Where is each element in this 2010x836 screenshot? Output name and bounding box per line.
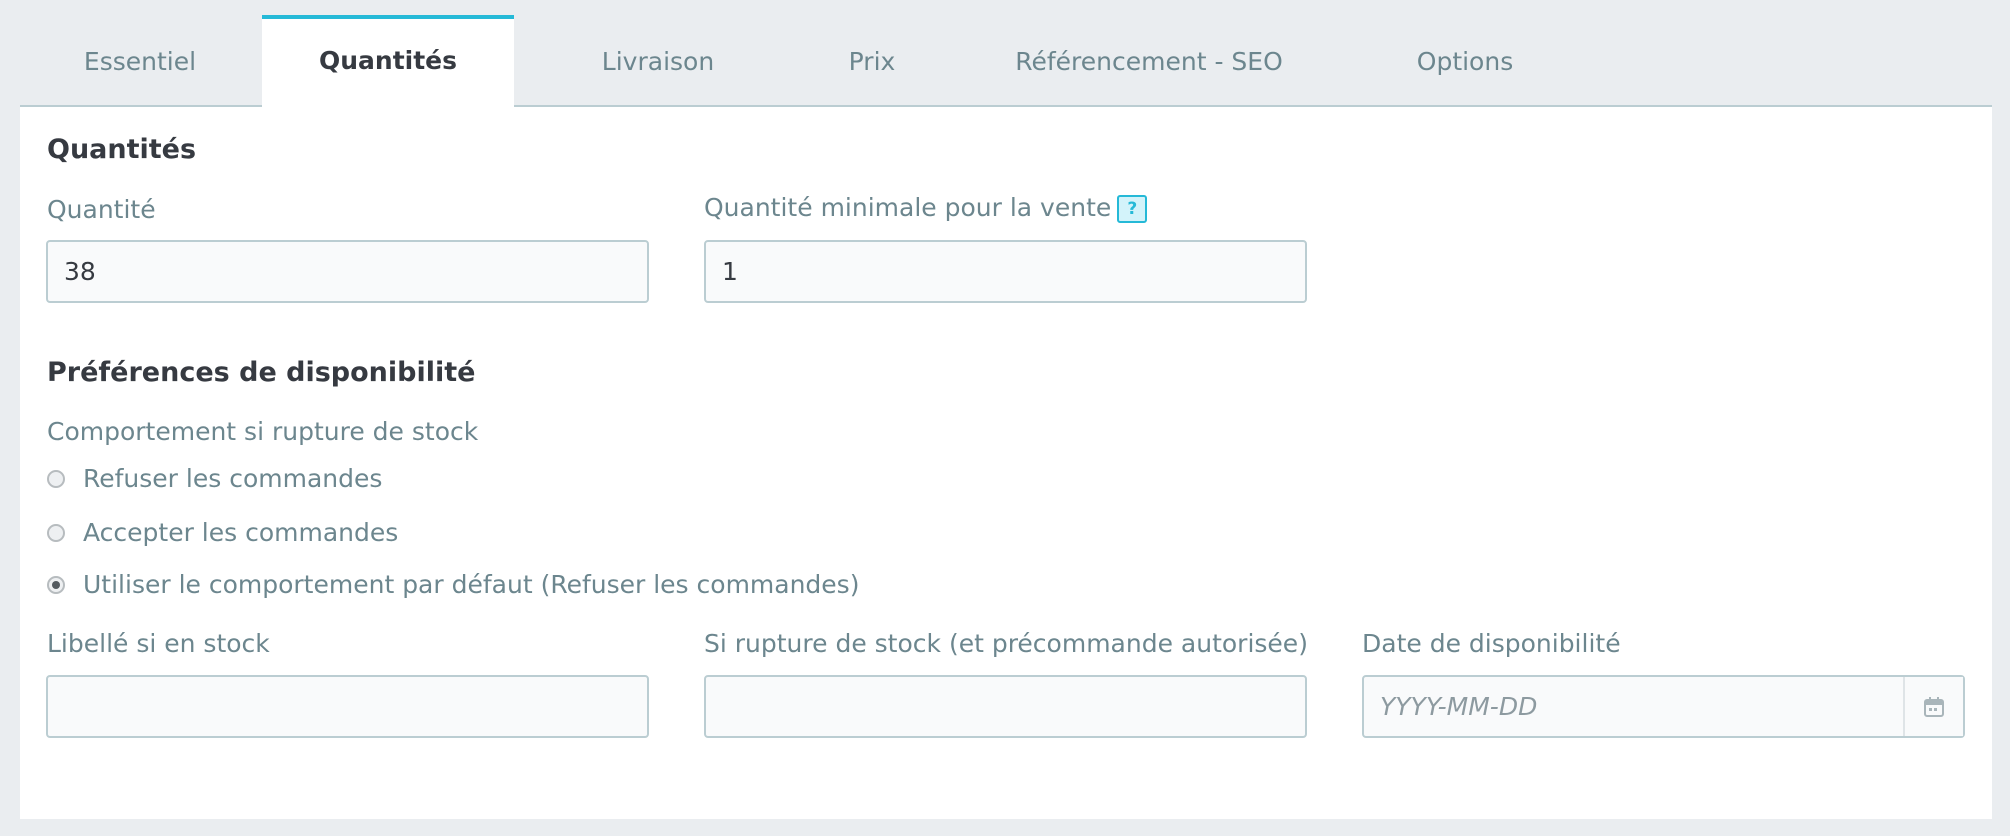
radio-accept-orders-circle[interactable] <box>47 523 65 542</box>
help-icon[interactable]: ? <box>1117 195 1148 223</box>
quantities-panel: Quantités Quantité Quantité minimale pou… <box>20 107 1992 819</box>
availability-date-label: Date de disponibilité <box>1362 629 1621 658</box>
product-tabs: Essentiel Quantités Livraison Prix Référ… <box>20 0 1992 108</box>
availability-date-group <box>1362 675 1965 738</box>
tab-referencement-seo[interactable]: Référencement - SEO <box>984 16 1314 107</box>
min-quantity-label: Quantité minimale pour la vente <box>704 193 1112 222</box>
radio-default-behavior-circle[interactable] <box>47 575 65 594</box>
availability-title: Préférences de disponibilité <box>47 357 476 388</box>
in-stock-input[interactable] <box>46 675 649 738</box>
min-quantity-input[interactable] <box>704 240 1307 303</box>
quantity-input[interactable] <box>46 240 649 303</box>
availability-date-input[interactable] <box>1362 675 1965 738</box>
backorder-label: Si rupture de stock (et précommande auto… <box>704 629 1308 658</box>
quantities-title: Quantités <box>47 134 197 165</box>
min-quantity-label-row: Quantité minimale pour la vente? <box>704 193 1148 223</box>
tab-options[interactable]: Options <box>1350 16 1580 107</box>
radio-accept-orders[interactable]: Accepter les commandes <box>47 518 398 547</box>
tab-essentiel[interactable]: Essentiel <box>20 16 260 107</box>
tab-prix[interactable]: Prix <box>800 16 944 107</box>
radio-refuse-orders-label: Refuser les commandes <box>83 464 383 493</box>
calendar-icon[interactable] <box>1903 677 1963 736</box>
tab-quantites[interactable]: Quantités <box>262 15 514 108</box>
radio-refuse-orders[interactable]: Refuser les commandes <box>47 464 382 493</box>
out-of-stock-behavior-label: Comportement si rupture de stock <box>47 417 479 446</box>
tab-livraison[interactable]: Livraison <box>542 16 774 107</box>
quantity-label: Quantité <box>47 195 156 224</box>
radio-refuse-orders-circle[interactable] <box>47 469 65 488</box>
in-stock-label: Libellé si en stock <box>47 629 270 658</box>
backorder-input[interactable] <box>704 675 1307 738</box>
radio-default-behavior[interactable]: Utiliser le comportement par défaut (Ref… <box>47 570 859 599</box>
radio-accept-orders-label: Accepter les commandes <box>83 518 399 547</box>
radio-default-behavior-label: Utiliser le comportement par défaut (Ref… <box>83 570 860 599</box>
